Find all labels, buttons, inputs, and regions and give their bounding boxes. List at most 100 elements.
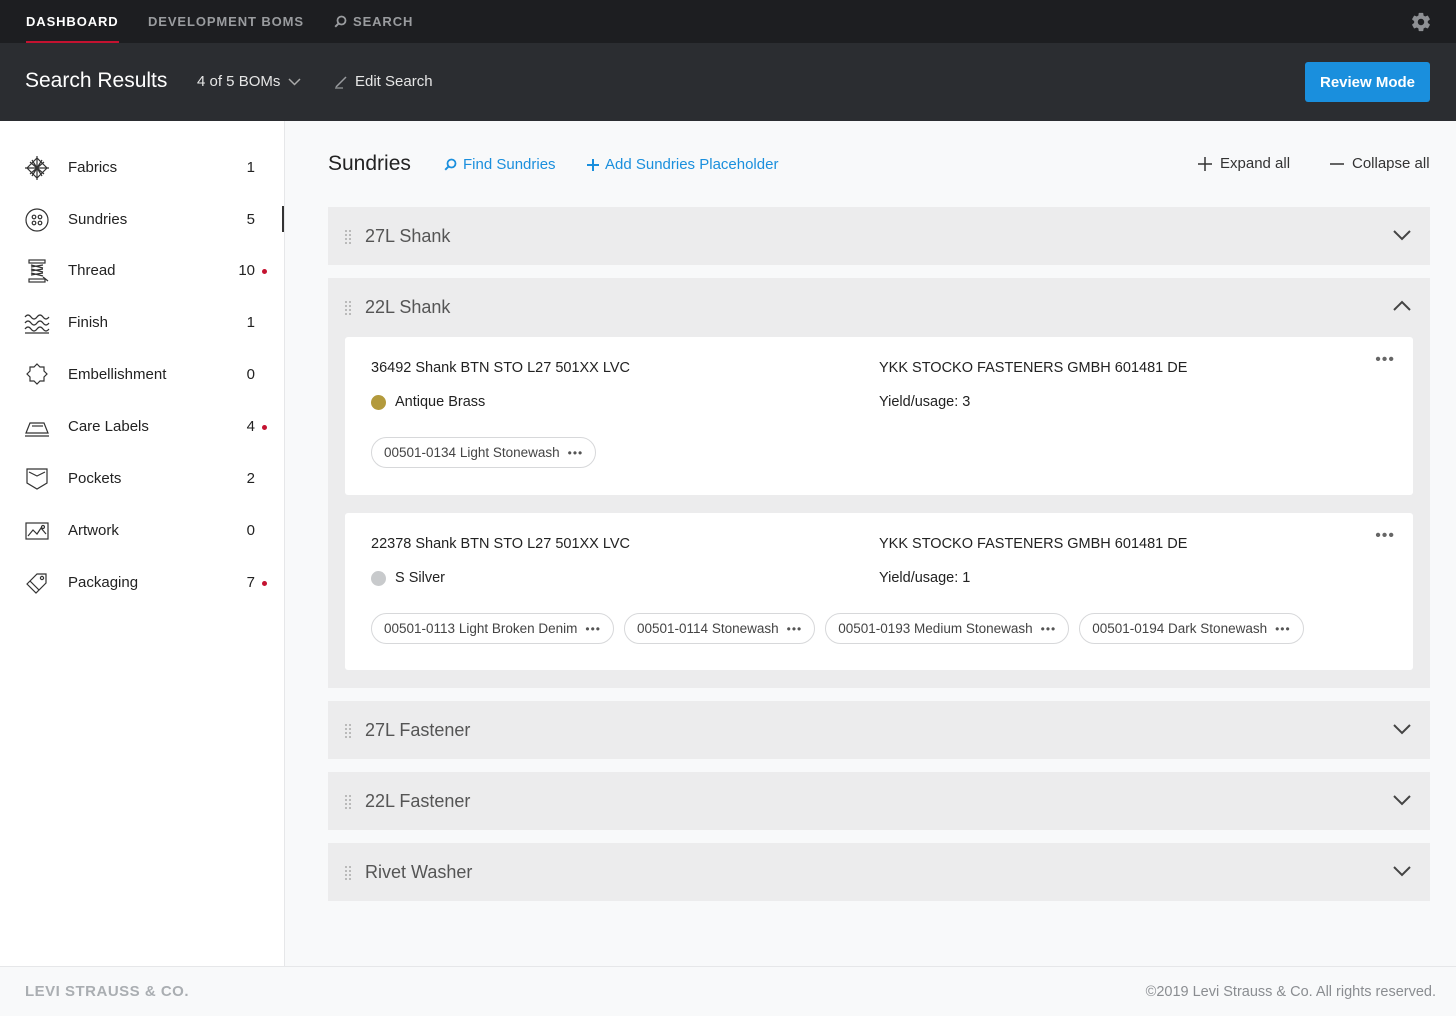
- nav-search[interactable]: SEARCH: [334, 0, 413, 43]
- edit-search-link[interactable]: Edit Search: [334, 73, 433, 90]
- sidebar-item-label: Thread: [68, 262, 116, 279]
- alert-dot: [262, 581, 267, 586]
- nav-dashboard[interactable]: DASHBOARD: [26, 0, 119, 43]
- item-vendor: YKK STOCKO FASTENERS GMBH 601481 DE: [879, 536, 1188, 552]
- chip-label: 00501-0194 Dark Stonewash: [1092, 621, 1268, 636]
- sidebar-item-pockets[interactable]: Pockets 2: [0, 453, 285, 505]
- more-options-icon[interactable]: •••: [1041, 622, 1057, 636]
- chevron-down-icon[interactable]: [1392, 228, 1412, 242]
- drag-handle-icon[interactable]: [344, 229, 352, 245]
- iron-icon: [25, 422, 49, 437]
- group-27l-fastener[interactable]: 27L Fastener: [328, 701, 1430, 759]
- add-sundries-placeholder-link[interactable]: Add Sundries Placeholder: [587, 156, 778, 173]
- collapse-all-button[interactable]: Collapse all: [1330, 155, 1430, 172]
- alert-dot: [262, 425, 267, 430]
- expand-all-button[interactable]: Expand all: [1198, 155, 1290, 172]
- tag-icon: [26, 573, 47, 594]
- color-swatch: [371, 394, 386, 410]
- sidebar-item-label: Packaging: [68, 574, 139, 591]
- chip-label: 00501-0113 Light Broken Denim: [384, 621, 578, 636]
- drag-handle-icon[interactable]: [344, 723, 352, 739]
- chevron-down-icon[interactable]: [1392, 722, 1412, 736]
- company-logo: LEVI STRAUSS & CO.: [25, 983, 190, 1000]
- color-label: S Silver: [395, 570, 445, 586]
- sidebar-item-sundries[interactable]: Sundries 5: [0, 194, 285, 246]
- sidebar-item-count: 1: [246, 314, 255, 331]
- group-rivet-washer[interactable]: Rivet Washer: [328, 843, 1430, 901]
- chip-label: 00501-0114 Stonewash: [637, 621, 779, 636]
- more-options-icon[interactable]: •••: [1375, 351, 1395, 369]
- alert-dot: [262, 269, 267, 274]
- top-nav: DASHBOARD DEVELOPMENT BOMs SEARCH: [0, 0, 1456, 43]
- nav-search-label: SEARCH: [353, 14, 414, 29]
- pencil-icon: [335, 76, 347, 89]
- gear-icon[interactable]: [1410, 11, 1432, 33]
- more-options-icon[interactable]: •••: [787, 622, 803, 636]
- sidebar-item-count: 7: [246, 574, 255, 591]
- color-swatch: [371, 570, 386, 586]
- more-options-icon[interactable]: •••: [585, 622, 601, 636]
- sidebar-item-count: 0: [246, 522, 255, 539]
- sidebar-item-label: Fabrics: [68, 159, 118, 176]
- drag-handle-icon[interactable]: [344, 300, 352, 316]
- sidebar-item-thread[interactable]: Thread 10: [0, 245, 285, 297]
- fabric-icon: [25, 156, 49, 180]
- bom-selector[interactable]: 4 of 5 BOMs: [197, 73, 301, 90]
- nav-development-boms[interactable]: DEVELOPMENT BOMs: [148, 0, 304, 43]
- sidebar-item-label: Artwork: [68, 522, 119, 539]
- sidebar-item-care-labels[interactable]: Care Labels 4: [0, 401, 285, 453]
- sidebar-item-label: Care Labels: [68, 418, 149, 435]
- product-chip[interactable]: 00501-0134 Light Stonewash •••: [371, 437, 597, 468]
- chevron-down-icon[interactable]: [1392, 864, 1412, 878]
- sidebar-item-artwork[interactable]: Artwork 0: [0, 505, 285, 557]
- find-sundries-link[interactable]: Find Sundries: [444, 156, 556, 173]
- group-title: 22L Fastener: [365, 791, 471, 811]
- expand-all-label: Expand all: [1220, 155, 1291, 172]
- product-chip[interactable]: 00501-0114 Stonewash •••: [624, 613, 816, 644]
- sidebar-item-count: 5: [246, 211, 255, 228]
- button-icon: [25, 208, 49, 232]
- group-title: Rivet Washer: [365, 862, 473, 882]
- waves-icon: [24, 314, 50, 334]
- sidebar-item-count: 4: [246, 418, 255, 435]
- product-chip[interactable]: 00501-0194 Dark Stonewash •••: [1079, 613, 1304, 644]
- drag-handle-icon[interactable]: [344, 865, 352, 881]
- badge-icon: [26, 363, 48, 385]
- chip-list: 00501-0134 Light Stonewash •••: [371, 437, 597, 468]
- sidebar-item-count: 2: [246, 470, 255, 487]
- sidebar-item-fabrics[interactable]: Fabrics 1: [0, 142, 285, 194]
- find-sundries-label: Find Sundries: [463, 156, 556, 173]
- spool-icon: [28, 259, 49, 283]
- item-name: 36492 Shank BTN STO L27 501XX LVC: [371, 360, 631, 376]
- product-chip[interactable]: 00501-0113 Light Broken Denim •••: [371, 613, 614, 644]
- chevron-up-icon[interactable]: [1392, 299, 1412, 313]
- copyright-text: ©2019 Levi Strauss & Co. All rights rese…: [1145, 984, 1436, 1000]
- group-title: 27L Fastener: [365, 720, 471, 740]
- item-yield: Yield/usage: 3: [879, 394, 971, 410]
- item-name: 22378 Shank BTN STO L27 501XX LVC: [371, 536, 631, 552]
- sundry-card: 36492 Shank BTN STO L27 501XX LVC YKK ST…: [345, 337, 1413, 495]
- group-27l-shank[interactable]: 27L Shank: [328, 207, 1430, 265]
- chip-list: 00501-0113 Light Broken Denim ••• 00501-0…: [371, 613, 1304, 644]
- chip-label: 00501-0134 Light Stonewash: [384, 445, 560, 460]
- more-options-icon[interactable]: •••: [1375, 527, 1395, 545]
- plus-icon: [587, 158, 599, 171]
- drag-handle-icon[interactable]: [344, 794, 352, 810]
- item-yield: Yield/usage: 1: [879, 570, 971, 586]
- more-options-icon[interactable]: •••: [1275, 622, 1291, 636]
- search-icon: [334, 15, 347, 28]
- chevron-down-icon[interactable]: [1392, 793, 1412, 807]
- sidebar-item-packaging[interactable]: Packaging 7: [0, 557, 285, 609]
- section-title: Sundries: [328, 152, 411, 175]
- sidebar-item-embellishment[interactable]: Embellishment 0: [0, 349, 285, 401]
- item-color: Antique Brass: [371, 394, 485, 410]
- active-indicator: [282, 206, 284, 232]
- more-options-icon[interactable]: •••: [568, 446, 584, 460]
- group-22l-fastener[interactable]: 22L Fastener: [328, 772, 1430, 830]
- minus-icon: [1330, 162, 1344, 165]
- sidebar-item-label: Finish: [68, 314, 109, 331]
- product-chip[interactable]: 00501-0193 Medium Stonewash •••: [825, 613, 1070, 644]
- sidebar-item-finish[interactable]: Finish 1: [0, 297, 285, 349]
- sidebar-item-label: Pockets: [68, 470, 122, 487]
- review-mode-button[interactable]: Review Mode: [1305, 62, 1430, 102]
